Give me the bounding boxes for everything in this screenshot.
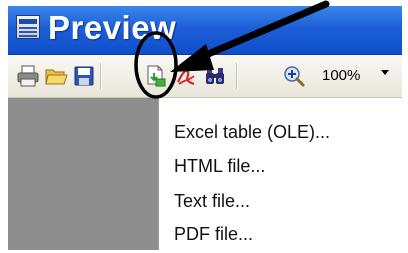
toolbar: 100% <box>8 55 402 98</box>
print-icon[interactable] <box>16 64 40 88</box>
preview-pane <box>8 98 158 250</box>
title-bar: Preview <box>8 6 402 55</box>
save-icon[interactable] <box>72 64 96 88</box>
window-title: Preview <box>48 9 177 46</box>
zoom-level-select[interactable]: 100% <box>322 67 360 84</box>
chevron-down-icon[interactable] <box>381 70 389 75</box>
pdf-icon[interactable] <box>174 64 198 88</box>
menu-item-text-file[interactable]: Text file... <box>174 191 250 212</box>
find-icon[interactable] <box>203 64 227 88</box>
zoom-in-icon[interactable] <box>282 64 306 88</box>
menu-item-pdf-file[interactable]: PDF file... <box>174 224 253 245</box>
app-icon <box>16 15 40 39</box>
open-folder-icon[interactable] <box>44 64 68 88</box>
toolbar-separator <box>100 63 102 89</box>
menu-item-excel-ole[interactable]: Excel table (OLE)... <box>174 122 330 143</box>
menu-item-html-file[interactable]: HTML file... <box>174 156 265 177</box>
preview-window: Preview 100% Excel table (OLE)... HTML f… <box>8 6 402 250</box>
toolbar-separator <box>236 63 238 89</box>
export-icon[interactable] <box>144 64 168 88</box>
export-menu: Excel table (OLE)... HTML file... Text f… <box>158 98 402 250</box>
